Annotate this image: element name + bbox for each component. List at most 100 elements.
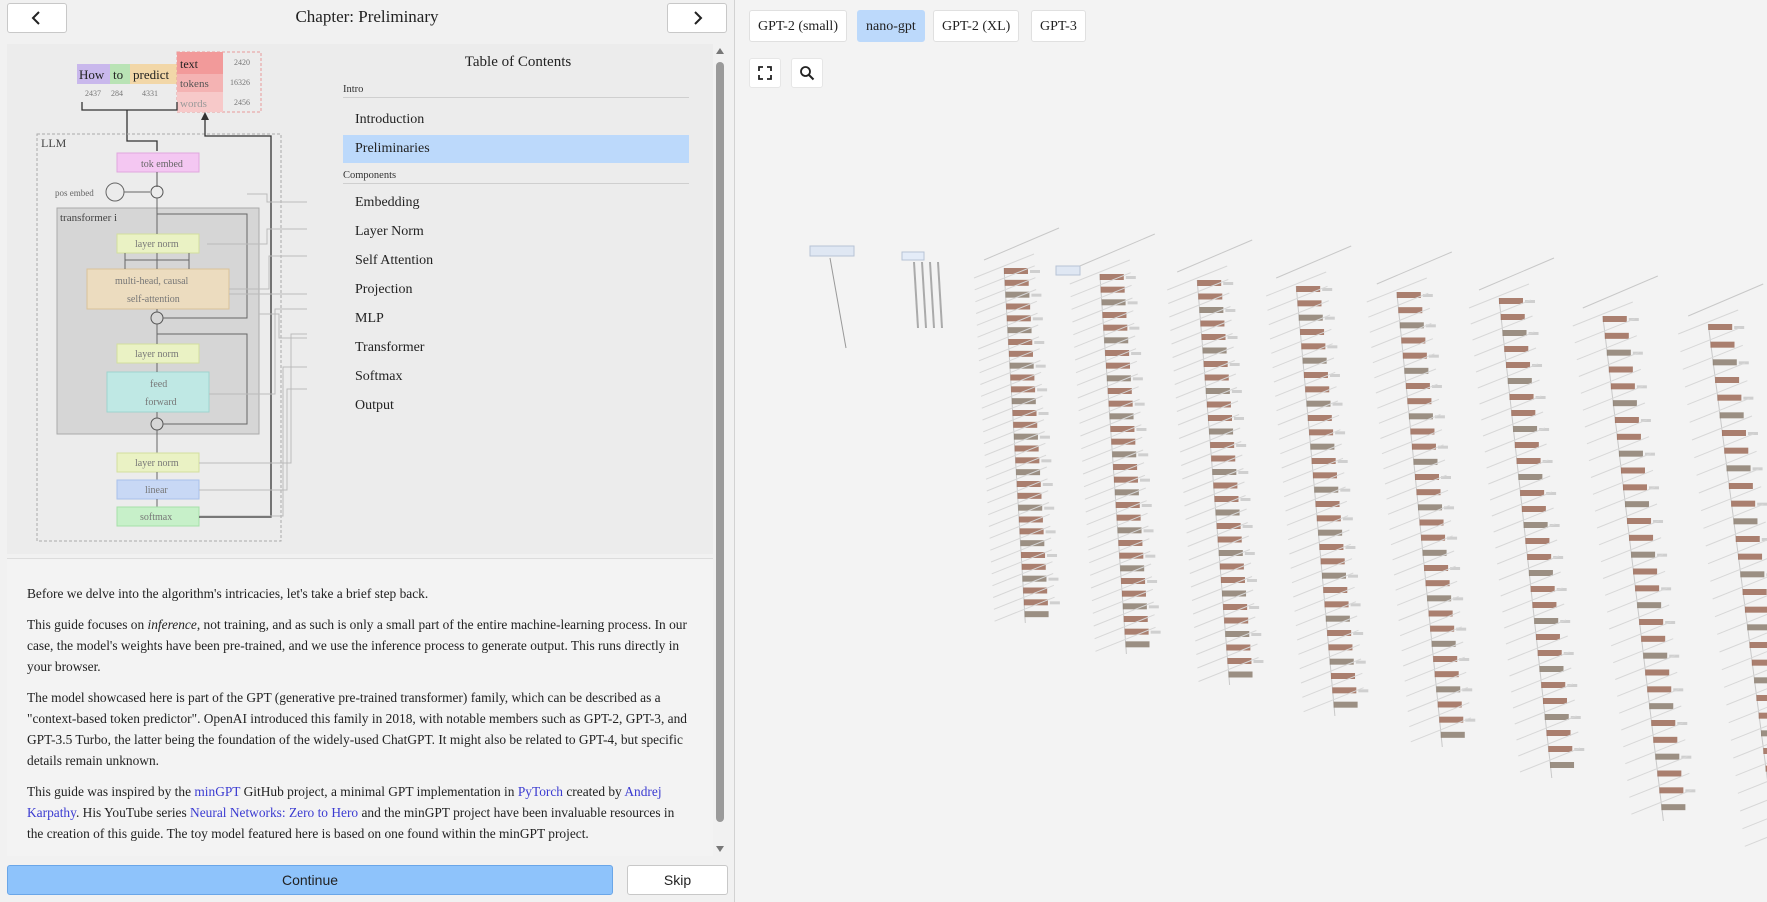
layer-weight-block <box>1504 346 1529 352</box>
layer-weight-block <box>1610 383 1635 390</box>
model-button-nano-gpt[interactable]: nano-gpt <box>857 10 925 42</box>
output-word: tokens <box>180 78 209 90</box>
skip-button[interactable]: Skip <box>627 865 728 895</box>
layer-weight-line <box>1684 362 1746 388</box>
layer-weight-block <box>1044 506 1055 510</box>
layer-weight-block <box>1213 482 1238 489</box>
layer-weight-block <box>1228 671 1253 678</box>
model-button-gpt2-xl[interactable]: GPT-2 (XL) <box>933 10 1020 42</box>
toc-item-introduction[interactable]: Introduction <box>343 106 689 134</box>
pytorch-link[interactable]: PyTorch <box>518 784 563 799</box>
layer-weight-block <box>1215 509 1240 516</box>
toc-item-mlp[interactable]: MLP <box>343 305 689 333</box>
layer-weight-block <box>1227 658 1252 664</box>
layer-weight-block <box>1530 586 1555 592</box>
layer-weight-block <box>1604 332 1629 339</box>
toc-item-self-attention[interactable]: Self Attention <box>343 247 689 275</box>
layer-weight-block <box>1509 394 1534 400</box>
layer-weight-block <box>1500 314 1525 320</box>
continue-button[interactable]: Continue <box>7 865 613 895</box>
embedding-line <box>829 257 847 349</box>
model-3d-visualization[interactable] <box>736 0 1767 902</box>
layer-weight-block <box>1649 703 1674 710</box>
layer-weight-block <box>1150 630 1161 634</box>
layer-weight-block <box>1217 536 1242 543</box>
layer-weight-line <box>1698 468 1760 494</box>
layer-weight-block <box>1125 276 1136 279</box>
layer-weight-block <box>1647 686 1672 693</box>
prev-chapter-button[interactable] <box>7 3 67 33</box>
layer-weight-block <box>1342 517 1353 521</box>
layer-weight-block <box>1234 417 1244 420</box>
layer-weight-block <box>1030 270 1040 273</box>
layer-guide <box>1276 245 1352 279</box>
layer-weight-block <box>1620 467 1645 474</box>
token-id: 2437 <box>85 89 101 98</box>
layer-norm-label: layer norm <box>135 239 179 250</box>
toc-item-preliminaries[interactable]: Preliminaries <box>343 135 689 163</box>
mingpt-link[interactable]: minGPT <box>194 784 240 799</box>
layer-weight-block <box>1337 460 1348 463</box>
token-word: predict <box>133 67 169 82</box>
layer-norm-label: layer norm <box>135 349 179 360</box>
toc-item-embedding[interactable]: Embedding <box>343 189 689 217</box>
layer-weight-block <box>1653 736 1678 743</box>
layer-weight-line <box>1623 722 1684 748</box>
layer-weight-block <box>1758 712 1767 719</box>
layer-weight-block <box>1200 320 1225 327</box>
layer-weight-line <box>1719 632 1767 653</box>
layer-weight-block <box>1039 435 1050 439</box>
search-button[interactable] <box>791 58 823 88</box>
layer-weight-block <box>1231 390 1242 393</box>
layer-weight-block <box>1348 574 1358 578</box>
fullscreen-button[interactable] <box>749 58 781 88</box>
embedding-line <box>913 261 919 329</box>
model-visualization-panel[interactable]: GPT-2 (small) nano-gpt GPT-2 (XL) GPT-3 <box>736 0 1767 902</box>
layer-weight-block <box>1728 483 1753 489</box>
toc-item-output[interactable]: Output <box>343 392 689 420</box>
toc-item-softmax[interactable]: Softmax <box>343 363 689 391</box>
paragraph: The model showcased here is part of the … <box>27 690 688 768</box>
layer-weight-block <box>1202 347 1227 354</box>
layer-weight-block <box>1127 301 1138 305</box>
scrollbar-thumb[interactable] <box>716 62 724 822</box>
layer-guide <box>1376 251 1452 285</box>
token-word: to <box>113 67 123 82</box>
layer-weight-block <box>1525 538 1550 544</box>
layer-weight-line <box>1574 318 1636 344</box>
layer-guide <box>1079 233 1155 267</box>
toc-item-projection[interactable]: Projection <box>343 276 689 304</box>
tok-embed-label: tok embed <box>141 159 183 170</box>
layer-weight-block <box>1717 394 1742 401</box>
layer-guide <box>1177 239 1253 273</box>
layer-weight-block <box>1042 483 1053 486</box>
layer-weight-block <box>1216 523 1241 529</box>
layer-weight-block <box>1710 341 1735 348</box>
layer-weight-block <box>1612 400 1637 407</box>
model-button-gpt3[interactable]: GPT-3 <box>1031 10 1086 42</box>
layer-weight-line <box>1712 576 1767 600</box>
next-chapter-button[interactable] <box>667 3 727 33</box>
embedding-line <box>921 261 927 329</box>
scroll-down-arrow-icon[interactable] <box>716 846 724 852</box>
chevron-left-icon <box>31 11 40 25</box>
guide-scrollbar[interactable] <box>714 44 726 856</box>
token-word: How <box>79 67 105 82</box>
chevron-right-icon <box>694 11 703 25</box>
toc-item-transformer[interactable]: Transformer <box>343 334 689 362</box>
layer-weight-line <box>1707 539 1767 565</box>
scroll-up-arrow-icon[interactable] <box>716 48 724 54</box>
layer-weight-line <box>1608 604 1670 630</box>
layer-weight-block <box>1227 336 1238 339</box>
layer-weight-block <box>1141 504 1152 507</box>
layer-weight-line <box>1723 669 1767 688</box>
layer-weight-block <box>1238 471 1249 474</box>
model-button-gpt2-small[interactable]: GPT-2 (small) <box>749 10 847 42</box>
guide-scroll-area[interactable]: How to predict 2437 284 4331 text tokens… <box>7 44 713 856</box>
layer-weight-block <box>1219 563 1244 570</box>
layer-weight-block <box>1643 652 1668 659</box>
zero-to-hero-link[interactable]: Neural Networks: Zero to Hero <box>190 805 358 820</box>
layer-weight-line <box>1714 595 1767 618</box>
layer-weight-block <box>1721 430 1746 436</box>
toc-item-layer-norm[interactable]: Layer Norm <box>343 218 689 246</box>
